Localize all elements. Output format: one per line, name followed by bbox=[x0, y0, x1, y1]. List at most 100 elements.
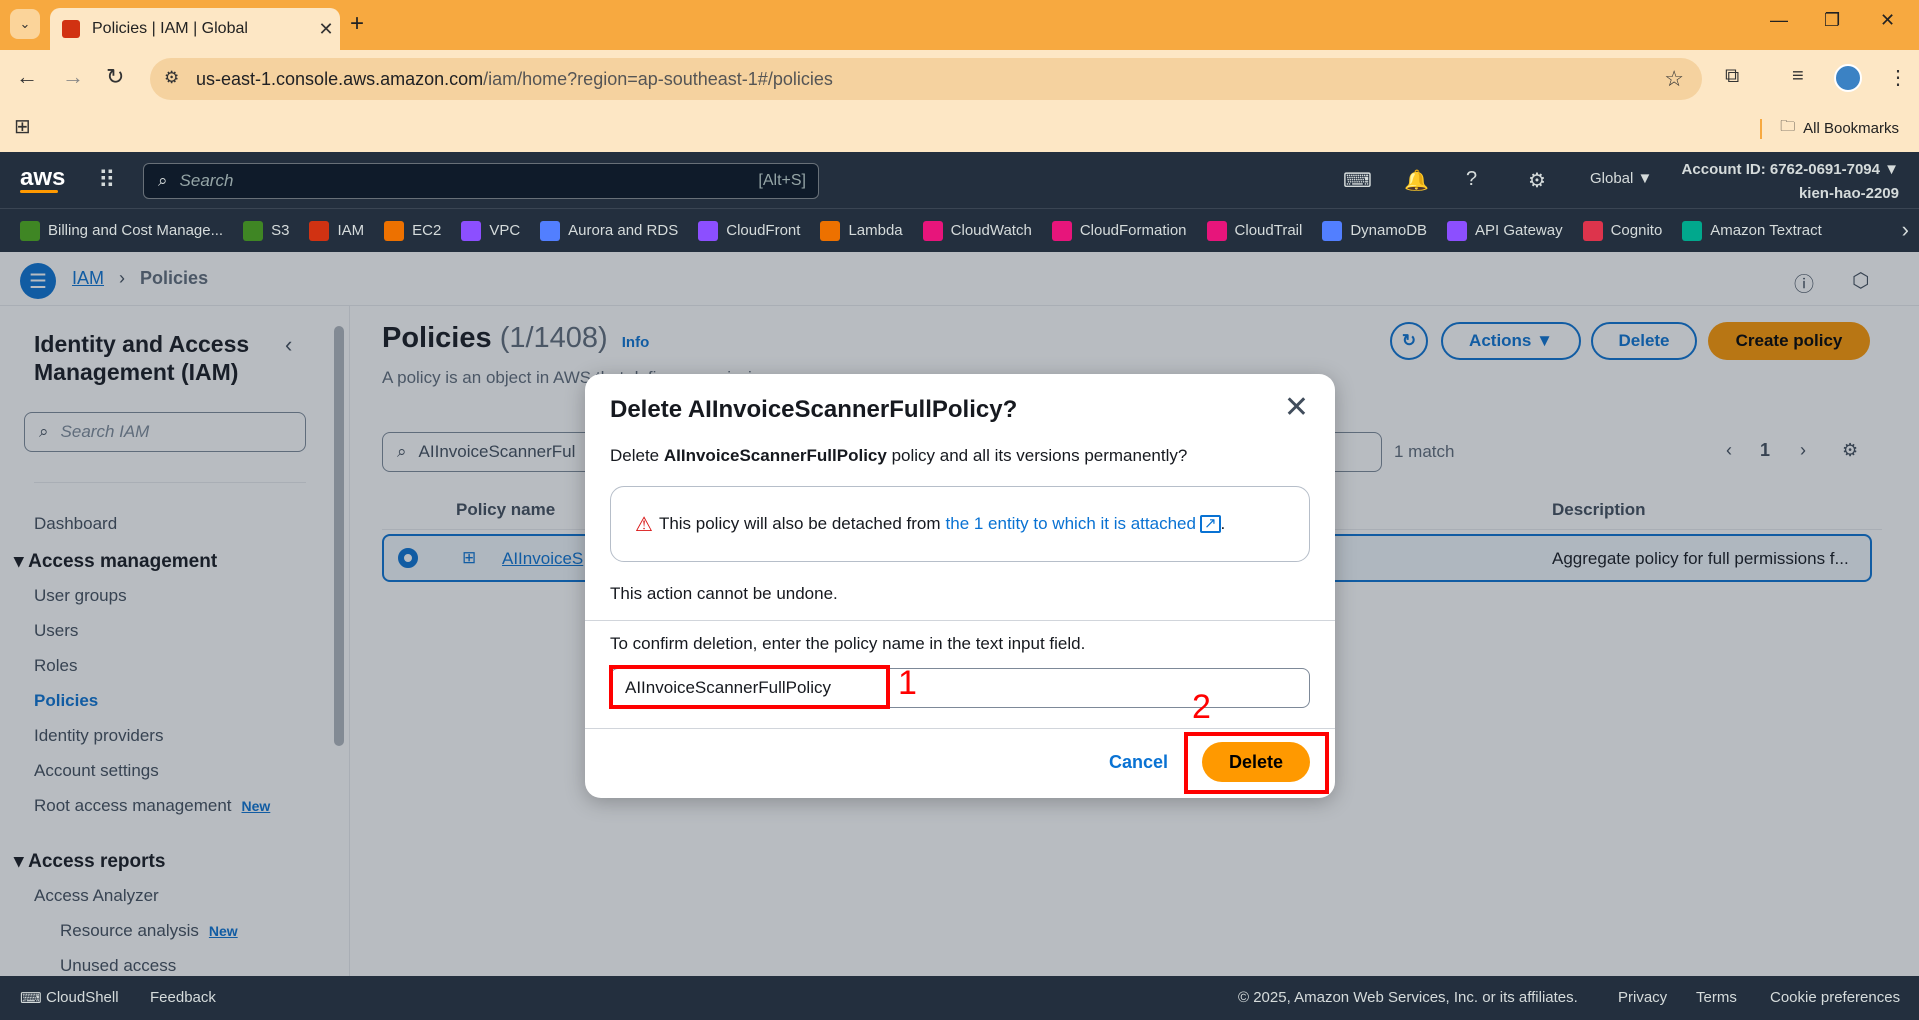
service-icon bbox=[20, 220, 40, 241]
service-label: Cognito bbox=[1610, 222, 1663, 239]
service-label: CloudWatch bbox=[950, 222, 1032, 239]
service-label: CloudTrail bbox=[1234, 222, 1303, 239]
annotation-box-2 bbox=[1184, 732, 1329, 794]
warning-icon: ⚠ bbox=[635, 513, 653, 536]
browser-tab[interactable]: Policies | IAM | Global ✕ bbox=[50, 8, 340, 50]
cancel-button[interactable]: Cancel bbox=[1109, 752, 1168, 773]
aws-search-input[interactable]: ⌕ Search [Alt+S] bbox=[143, 163, 819, 199]
profile-avatar[interactable] bbox=[1834, 64, 1862, 92]
reload-icon[interactable]: ↻ bbox=[106, 64, 124, 90]
modal-policy-name: AIInvoiceScannerFullPolicy bbox=[663, 446, 887, 465]
service-icon bbox=[384, 220, 405, 241]
service-shortcut[interactable]: API Gateway bbox=[1447, 220, 1563, 241]
aws-footer: ⌨ CloudShell Feedback © 2025, Amazon Web… bbox=[0, 976, 1919, 1020]
footer-cookie-preferences[interactable]: Cookie preferences bbox=[1770, 989, 1900, 1006]
service-shortcut[interactable]: Lambda bbox=[820, 220, 903, 241]
back-icon[interactable]: ← bbox=[16, 64, 38, 90]
footer-terms[interactable]: Terms bbox=[1696, 989, 1737, 1006]
modal-question-prefix: Delete bbox=[610, 446, 664, 465]
url-path: /iam/home?region=ap-southeast-1#/policie… bbox=[483, 68, 833, 89]
service-label: IAM bbox=[337, 222, 365, 239]
service-shortcut[interactable]: DynamoDB bbox=[1322, 220, 1428, 241]
services-scroll-right-icon[interactable]: › bbox=[1902, 217, 1909, 243]
window-close-icon[interactable]: ✕ bbox=[1880, 10, 1895, 31]
service-label: Lambda bbox=[848, 222, 903, 239]
service-label: Amazon Textract bbox=[1710, 222, 1822, 239]
service-label: Billing and Cost Manage... bbox=[48, 222, 224, 239]
restore-icon[interactable]: ❐ bbox=[1824, 10, 1840, 31]
address-bar[interactable]: ⚙ us-east-1.console.aws.amazon.com /iam/… bbox=[150, 58, 1702, 100]
alert-text: This policy will also be detached from bbox=[658, 514, 941, 533]
settings-gear-icon[interactable]: ⚙ bbox=[1528, 168, 1546, 193]
cloudshell-footer-icon[interactable]: ⌨ bbox=[20, 989, 42, 1007]
service-icon bbox=[820, 220, 841, 241]
service-shortcut[interactable]: CloudFormation bbox=[1051, 220, 1187, 241]
service-icon bbox=[698, 220, 719, 241]
service-icon bbox=[540, 220, 561, 241]
external-link-icon[interactable]: ↗ bbox=[1199, 515, 1221, 533]
tab-close-icon[interactable]: ✕ bbox=[312, 19, 340, 40]
browser-menu-icon[interactable]: ⋮ bbox=[1888, 65, 1908, 90]
url-host: us-east-1.console.aws.amazon.com bbox=[196, 68, 484, 89]
help-icon[interactable]: ? bbox=[1466, 168, 1477, 191]
extensions-icon[interactable]: ⧉ bbox=[1725, 65, 1739, 88]
minimize-icon[interactable]: — bbox=[1770, 10, 1788, 31]
service-label: VPC bbox=[489, 222, 521, 239]
tab-title: Policies | IAM | Global bbox=[92, 20, 248, 37]
service-shortcut[interactable]: EC2 bbox=[384, 220, 442, 241]
service-icon bbox=[1206, 220, 1227, 241]
service-shortcut[interactable]: IAM bbox=[309, 220, 365, 241]
bookmark-star-icon[interactable]: ☆ bbox=[1664, 66, 1684, 92]
service-label: CloudFormation bbox=[1079, 222, 1187, 239]
footer-cloudshell[interactable]: CloudShell bbox=[46, 989, 119, 1006]
account-menu[interactable]: Account ID: 6762-0691-7094 ▼ kien-hao-22… bbox=[1682, 158, 1899, 206]
service-shortcut[interactable]: S3 bbox=[243, 220, 289, 241]
aws-logo[interactable]: aws bbox=[20, 164, 65, 193]
media-control-icon[interactable]: ≡ bbox=[1792, 65, 1804, 88]
service-icon bbox=[243, 220, 264, 241]
service-shortcut[interactable]: Cognito bbox=[1582, 220, 1663, 241]
service-label: EC2 bbox=[412, 222, 442, 239]
service-shortcut[interactable]: CloudTrail bbox=[1206, 220, 1303, 241]
service-shortcut[interactable]: CloudWatch bbox=[922, 220, 1032, 241]
service-icon bbox=[461, 220, 482, 241]
browser-tab-bar: ⌄ Policies | IAM | Global ✕ + — ❐ ✕ bbox=[0, 0, 1919, 50]
service-shortcut[interactable]: VPC bbox=[461, 220, 521, 241]
service-label: Aurora and RDS bbox=[568, 222, 679, 239]
apps-grid-icon[interactable]: ⊞ bbox=[14, 114, 31, 139]
forward-icon[interactable]: → bbox=[62, 64, 84, 90]
search-icon: ⌕ bbox=[158, 171, 168, 190]
cloudshell-icon[interactable]: ⌨ bbox=[1343, 168, 1372, 193]
tab-search-icon[interactable]: ⌄ bbox=[10, 9, 40, 39]
service-shortcut[interactable]: Aurora and RDS bbox=[540, 220, 679, 241]
modal-divider bbox=[585, 620, 1335, 621]
service-label: API Gateway bbox=[1475, 222, 1563, 239]
modal-footer-divider bbox=[585, 728, 1335, 729]
service-icon bbox=[1447, 220, 1468, 241]
region-selector[interactable]: Global ▼ bbox=[1590, 170, 1652, 187]
all-bookmarks-label: All Bookmarks bbox=[1803, 120, 1899, 137]
iam-favicon-icon bbox=[62, 20, 80, 38]
bookmarks-divider bbox=[1760, 118, 1763, 139]
browser-toolbar: ← → ↻ ⚙ us-east-1.console.aws.amazon.com… bbox=[0, 50, 1919, 158]
account-id: Account ID: 6762-0691-7094 ▼ bbox=[1681, 161, 1899, 178]
site-info-icon[interactable]: ⚙ bbox=[164, 68, 179, 88]
service-label: DynamoDB bbox=[1350, 222, 1428, 239]
service-shortcut[interactable]: Amazon Textract bbox=[1682, 220, 1822, 241]
all-bookmarks[interactable]: 🗀 All Bookmarks bbox=[1760, 116, 1899, 141]
new-tab-icon[interactable]: + bbox=[350, 10, 364, 38]
close-icon[interactable]: ✕ bbox=[1284, 390, 1309, 425]
service-label: CloudFront bbox=[726, 222, 801, 239]
search-placeholder: Search bbox=[179, 171, 234, 190]
footer-copyright: © 2025, Amazon Web Services, Inc. or its… bbox=[1238, 989, 1578, 1006]
service-shortcut[interactable]: CloudFront bbox=[698, 220, 801, 241]
service-shortcut[interactable]: Billing and Cost Manage... bbox=[20, 220, 224, 241]
services-menu-icon[interactable]: ⠿ bbox=[98, 166, 116, 195]
notifications-bell-icon[interactable]: 🔔 bbox=[1404, 168, 1429, 193]
footer-feedback[interactable]: Feedback bbox=[150, 989, 216, 1006]
attached-entities-link[interactable]: the 1 entity to which it is attached bbox=[946, 514, 1196, 534]
modal-title: Delete AIInvoiceScannerFullPolicy? bbox=[610, 396, 1018, 423]
footer-privacy[interactable]: Privacy bbox=[1618, 989, 1667, 1006]
warning-alert: ⚠ This policy will also be detached from… bbox=[610, 486, 1310, 562]
service-icon bbox=[309, 220, 330, 241]
